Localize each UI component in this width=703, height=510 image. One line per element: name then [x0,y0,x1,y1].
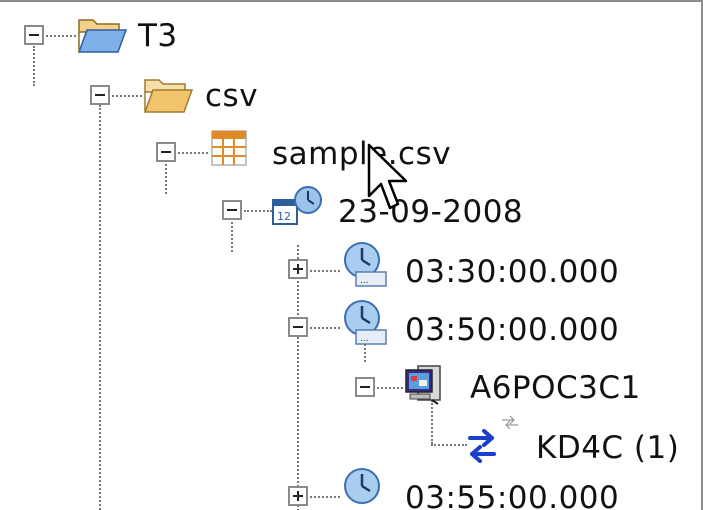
tree-node-0330[interactable]: 03:30:00.000 [405,246,619,298]
tree-node-t3[interactable]: T3 [138,10,178,62]
tree-view: T3 csv sample.csv 12 23-09-2008 ... 03:3… [0,0,703,510]
collapse-toggle-0350[interactable] [288,317,308,337]
tree-node-0350[interactable]: 03:50:00.000 [405,304,619,356]
arrow-indicator-icon [502,415,518,430]
collapse-toggle-csv[interactable] [90,85,110,105]
tree-node-label: A6POC3C1 [470,370,641,406]
tree-node-label: T3 [138,18,178,54]
tree-connector [244,210,272,212]
tree-node-a6poc3c1[interactable]: A6POC3C1 [470,362,641,414]
clock-icon [344,468,380,504]
tree-node-csv[interactable]: csv [205,70,258,122]
tree-connector [310,270,340,272]
svg-text:...: ... [360,334,369,344]
tree-connector [165,164,167,194]
tree-node-sample-csv[interactable]: sample.csv [272,128,451,180]
tree-node-0355[interactable]: 03:55:00.000 [405,472,619,510]
folder-open-icon [77,19,128,53]
computer-icon [405,365,441,405]
tree-connector [310,327,340,329]
collapse-toggle-a6poc3c1[interactable] [355,377,375,397]
collapse-toggle-sample-csv[interactable] [156,142,176,162]
tree-node-label: sample.csv [272,136,452,172]
mouse-pointer-icon [367,143,408,210]
expand-toggle-0355[interactable] [288,486,308,506]
tree-node-label: csv [205,78,259,114]
tree-connector [297,245,299,510]
tree-connector [112,95,142,97]
folder-open-icon [143,79,194,113]
expand-toggle-0330[interactable] [288,259,308,279]
collapse-toggle-t3[interactable] [24,25,44,45]
clock-icon: ... [344,300,387,345]
svg-text:12: 12 [277,210,291,223]
collapse-toggle-date[interactable] [222,200,242,220]
tree-node-label: 03:55:00.000 [405,480,620,510]
svg-text:...: ... [360,276,369,286]
tree-connector [377,387,403,389]
tree-connector [46,35,76,37]
tree-node-kd4c[interactable]: KD4C (1) [536,422,679,474]
tree-connector [231,222,233,252]
tree-connector [33,46,35,86]
tree-node-label: KD4C (1) [536,430,680,466]
clock-icon: ... [344,242,387,287]
csv-table-icon [211,130,247,166]
tree-connector [99,105,101,510]
transfer-arrows-icon [468,429,496,463]
calendar-clock-icon: 12 [272,186,322,225]
tree-connector [310,496,340,498]
tree-node-label: 03:30:00.000 [405,254,620,290]
tree-node-label: 03:50:00.000 [405,312,620,348]
tree-connector [178,152,208,154]
